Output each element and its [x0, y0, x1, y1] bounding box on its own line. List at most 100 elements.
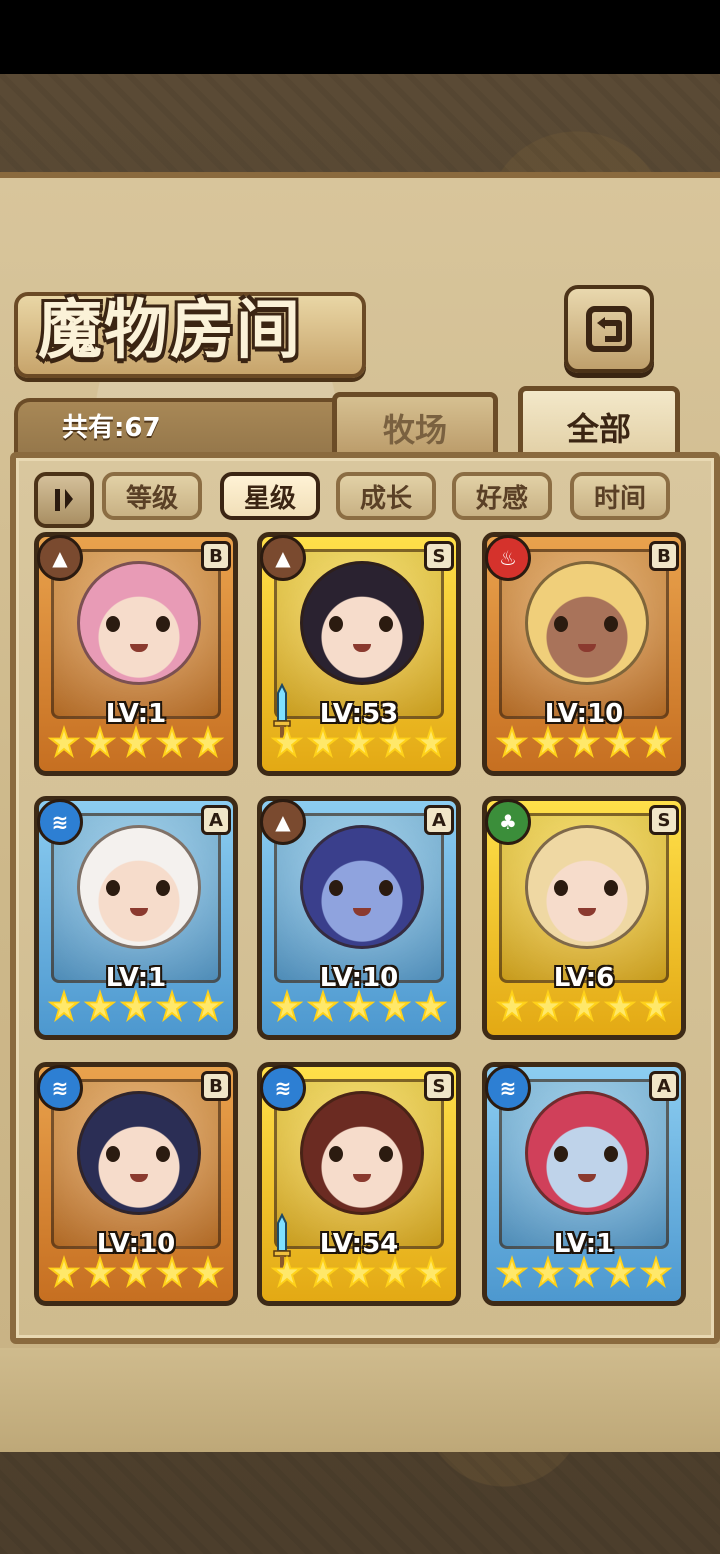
star-icon: [342, 725, 376, 759]
sort-toggle-button[interactable]: [34, 472, 94, 528]
star-icon: [306, 725, 340, 759]
filter-growth[interactable]: 成长: [336, 472, 436, 520]
star-icon: [270, 1255, 304, 1289]
star-icon: [531, 725, 565, 759]
monster-portrait: [77, 825, 201, 949]
back-button[interactable]: [564, 285, 654, 373]
monster-portrait: [525, 825, 649, 949]
water-icon: ≋: [37, 1065, 83, 1111]
page-title: 魔物房间: [38, 293, 302, 368]
wood-icon: ♣: [485, 799, 531, 845]
total-count: 共有:67: [62, 413, 161, 443]
rank-badge: S: [424, 541, 454, 571]
star-icon: [378, 725, 412, 759]
rank-badge: A: [201, 805, 231, 835]
star-icon: [47, 989, 81, 1023]
monster-portrait: [525, 1091, 649, 1215]
star-icon: [639, 725, 673, 759]
monster-portrait: [77, 561, 201, 685]
star-icon: [495, 725, 529, 759]
monster-portrait: [77, 1091, 201, 1215]
star-icon: [603, 989, 637, 1023]
star-icon: [155, 725, 189, 759]
star-icon: [567, 725, 601, 759]
monster-card[interactable]: ≋ S LV:54: [257, 1062, 461, 1306]
star-icon: [119, 1255, 153, 1289]
tab-ranch[interactable]: 牧场: [332, 392, 498, 459]
star-icon: [414, 1255, 448, 1289]
rank-badge: S: [424, 1071, 454, 1101]
star-icon: [270, 989, 304, 1023]
star-icon: [603, 1255, 637, 1289]
earth-icon: ▲: [260, 799, 306, 845]
star-icon: [531, 1255, 565, 1289]
filter-affection[interactable]: 好感: [452, 472, 552, 520]
monster-card[interactable]: ≋ B LV:10: [34, 1062, 238, 1306]
star-icon: [495, 989, 529, 1023]
star-rating: [487, 1255, 681, 1295]
star-icon: [378, 1255, 412, 1289]
filter-level[interactable]: 等级: [102, 472, 202, 520]
star-rating: [487, 989, 681, 1029]
star-icon: [191, 1255, 225, 1289]
star-icon: [378, 989, 412, 1023]
monster-card[interactable]: ▲ A LV:10: [257, 796, 461, 1040]
star-icon: [567, 1255, 601, 1289]
water-icon: ≋: [260, 1065, 306, 1111]
star-icon: [270, 725, 304, 759]
star-icon: [639, 1255, 673, 1289]
monster-portrait: [300, 1091, 424, 1215]
star-icon: [155, 1255, 189, 1289]
star-icon: [47, 1255, 81, 1289]
star-icon: [47, 725, 81, 759]
monster-card[interactable]: ▲ B LV:1: [34, 532, 238, 776]
star-icon: [83, 1255, 117, 1289]
star-icon: [342, 1255, 376, 1289]
star-icon: [531, 989, 565, 1023]
filter-time[interactable]: 时间: [570, 472, 670, 520]
return-arrow-icon: [586, 306, 632, 352]
rank-badge: A: [649, 1071, 679, 1101]
monster-card[interactable]: ▲ S LV:53: [257, 532, 461, 776]
star-icon: [155, 989, 189, 1023]
star-icon: [567, 989, 601, 1023]
star-icon: [639, 989, 673, 1023]
star-icon: [414, 989, 448, 1023]
star-icon: [119, 989, 153, 1023]
monster-card[interactable]: ≋ A LV:1: [482, 1062, 686, 1306]
star-rating: [487, 725, 681, 765]
star-rating: [39, 725, 233, 765]
monster-portrait: [300, 561, 424, 685]
star-icon: [306, 1255, 340, 1289]
star-icon: [306, 989, 340, 1023]
star-rating: [39, 1255, 233, 1295]
star-icon: [83, 725, 117, 759]
rank-badge: A: [424, 805, 454, 835]
star-icon: [495, 1255, 529, 1289]
monster-card[interactable]: ♨ B LV:10: [482, 532, 686, 776]
star-icon: [342, 989, 376, 1023]
fire-icon: ♨: [485, 535, 531, 581]
sort-order-icon: [55, 489, 73, 511]
water-icon: ≋: [485, 1065, 531, 1111]
earth-icon: ▲: [37, 535, 83, 581]
monster-card[interactable]: ♣ S LV:6: [482, 796, 686, 1040]
star-icon: [191, 725, 225, 759]
rank-badge: B: [201, 1071, 231, 1101]
rank-badge: B: [201, 541, 231, 571]
star-rating: [262, 725, 456, 765]
star-rating: [262, 1255, 456, 1295]
star-rating: [262, 989, 456, 1029]
star-icon: [191, 989, 225, 1023]
star-icon: [83, 989, 117, 1023]
water-icon: ≋: [37, 799, 83, 845]
filter-star[interactable]: 星级: [220, 472, 320, 520]
bottom-strip: [0, 1348, 720, 1452]
star-icon: [119, 725, 153, 759]
monster-card[interactable]: ≋ A LV:1: [34, 796, 238, 1040]
rank-badge: B: [649, 541, 679, 571]
rank-badge: S: [649, 805, 679, 835]
star-icon: [603, 725, 637, 759]
monster-portrait: [300, 825, 424, 949]
monster-portrait: [525, 561, 649, 685]
